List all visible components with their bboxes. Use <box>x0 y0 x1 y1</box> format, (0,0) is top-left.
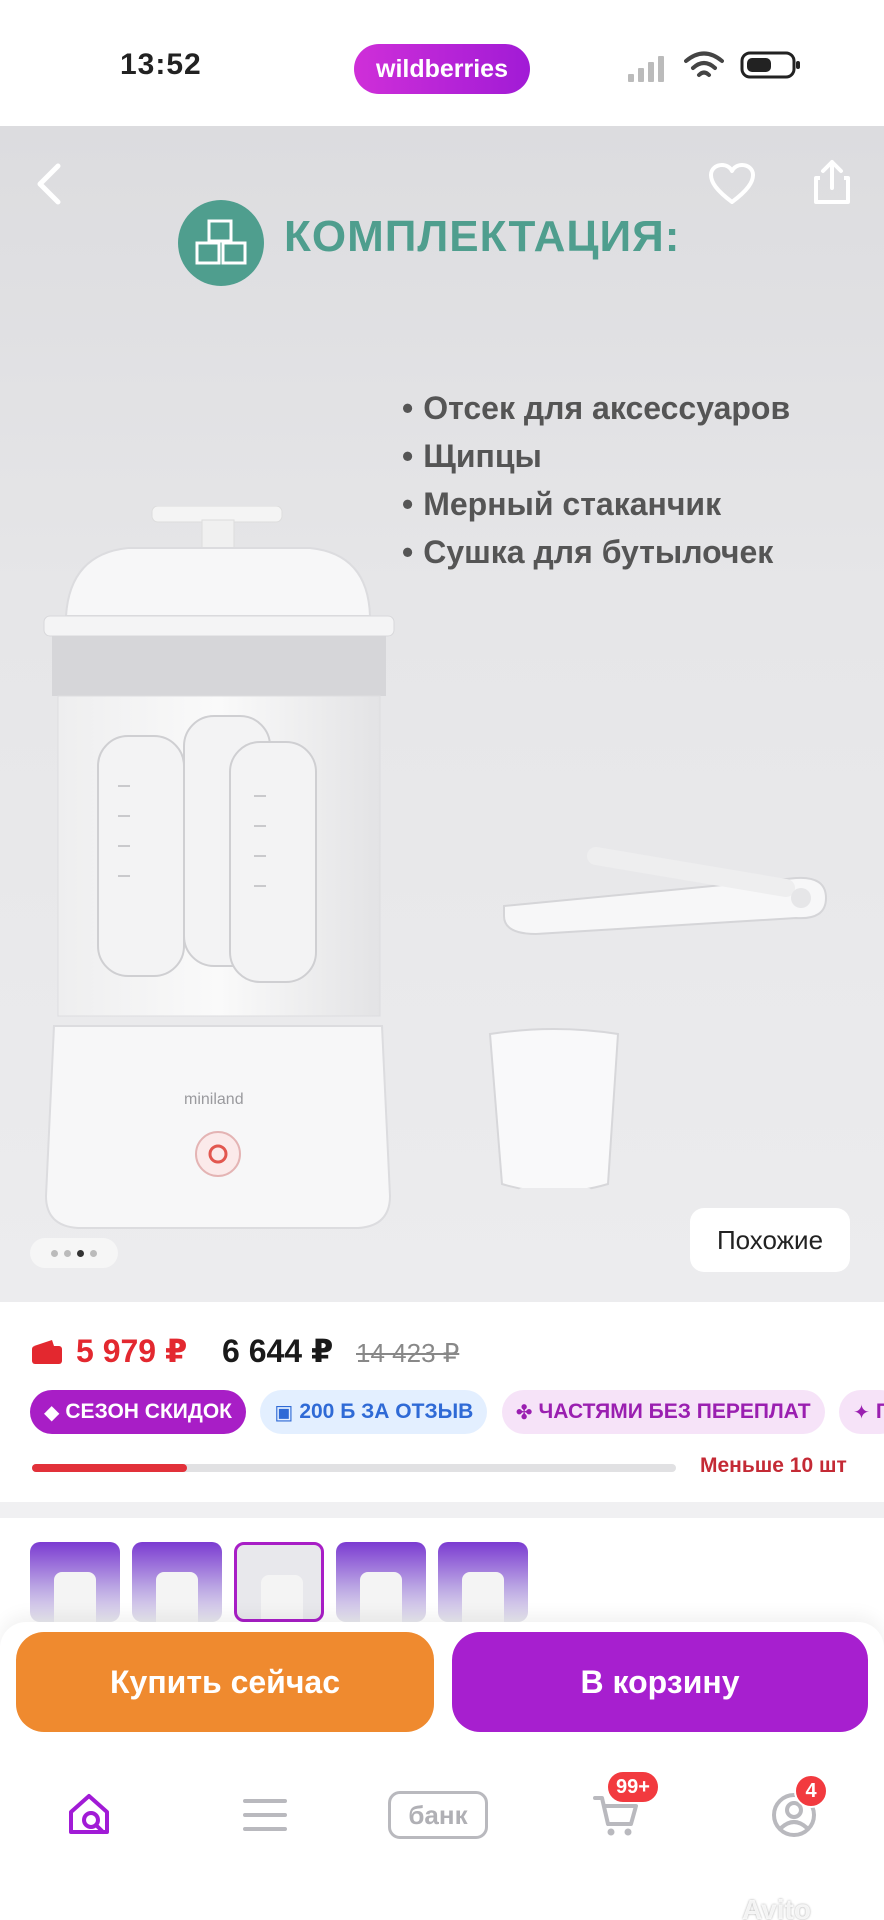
stock-label: Меньше 10 шт <box>700 1454 847 1477</box>
sterilizer-image: miniland <box>43 506 395 1229</box>
bottom-tab-bar: банк 99+ 4 <box>0 1770 884 1880</box>
avito-watermark: Avito <box>742 1894 811 1920</box>
equipment-heading: КОМПЛЕКТАЦИЯ: <box>284 212 681 261</box>
tab-cart[interactable]: 99+ <box>566 1770 666 1860</box>
wifi-icon <box>684 51 724 77</box>
installments-badge[interactable]: ✤ ЧАСТЯМИ БЕЗ ПЕРЕПЛАТ <box>501 1390 825 1434</box>
thumbnail[interactable] <box>336 1542 426 1622</box>
status-time: 13:52 <box>120 48 202 81</box>
profile-count-badge: 4 <box>794 1774 828 1808</box>
season-sale-badge[interactable]: ◆ СЕЗОН СКИДОК <box>30 1390 246 1434</box>
signal-icon <box>628 56 664 82</box>
section-divider <box>0 1502 884 1518</box>
buy-now-button[interactable]: Купить сейчас <box>16 1632 434 1732</box>
bank-label: банк <box>388 1791 488 1839</box>
feature-item: Мерный стаканчик <box>402 480 790 528</box>
runner-icon: ✦ <box>853 1401 870 1424</box>
carousel-dot-active <box>77 1249 84 1257</box>
feature-item: Отсек для аксессуаров <box>402 384 790 432</box>
status-bar: 13:52 wildberries <box>0 0 884 126</box>
menu-icon <box>243 1799 287 1831</box>
more-badge[interactable]: ✦ Г <box>839 1390 884 1434</box>
thumbnail[interactable] <box>30 1542 120 1622</box>
heart-icon <box>709 163 755 204</box>
price-card: 5 979 ₽ 6 644 ₽ 14 423 ₽ ◆ СЕЗОН СКИДОК … <box>0 1302 884 1502</box>
tab-bank[interactable]: банк <box>388 1770 488 1860</box>
wallet-icon <box>32 1340 62 1364</box>
review-points-badge[interactable]: ▣ 200 Б ЗА ОТЗЫВ <box>260 1390 488 1434</box>
favorite-button[interactable] <box>704 156 760 212</box>
badge-label: СЕЗОН СКИДОК <box>65 1400 232 1423</box>
tab-catalog[interactable] <box>215 1770 315 1860</box>
tongs-image <box>503 847 828 936</box>
tag-icon: ◆ <box>44 1401 60 1424</box>
badge-label: ЧАСТЯМИ БЕЗ ПЕРЕПЛАТ <box>538 1400 811 1423</box>
add-to-cart-button[interactable]: В корзину <box>452 1632 868 1732</box>
carousel-indicator <box>30 1238 118 1268</box>
feature-item: Щипцы <box>402 432 790 480</box>
search-home-icon <box>69 1794 109 1834</box>
back-arrow-icon <box>37 163 61 205</box>
chat-icon: ▣ <box>274 1401 294 1424</box>
similar-button[interactable]: Похожие <box>690 1208 850 1272</box>
feature-item: Сушка для бутылочек <box>402 528 790 576</box>
stock-progress-fill <box>32 1464 187 1472</box>
thumbnail-strip <box>30 1542 870 1622</box>
badge-label: 200 Б ЗА ОТЗЫВ <box>299 1400 474 1423</box>
cart-count-badge: 99+ <box>606 1770 660 1804</box>
cubes-icon <box>178 200 264 286</box>
old-price: 14 423 ₽ <box>356 1338 460 1368</box>
carousel-dot <box>64 1249 71 1257</box>
thumbnail-selected[interactable] <box>234 1542 324 1622</box>
badge-label: Г <box>875 1400 884 1423</box>
product-brand-label: miniland <box>184 1091 244 1108</box>
product-image-gallery[interactable]: КОМПЛЕКТАЦИЯ: Отсек для аксессуаров Щипц… <box>0 126 884 1302</box>
share-button[interactable] <box>804 154 860 210</box>
battery-icon <box>740 51 800 79</box>
tab-home[interactable] <box>40 1770 140 1860</box>
share-icon <box>814 160 850 204</box>
thumbnail[interactable] <box>438 1542 528 1622</box>
tab-profile[interactable]: 4 <box>744 1770 844 1860</box>
back-button[interactable] <box>22 156 78 212</box>
promo-badges: ◆ СЕЗОН СКИДОК ▣ 200 Б ЗА ОТЗЫВ ✤ ЧАСТЯМ… <box>30 1390 884 1436</box>
bottom-action-sheet: Купить сейчас В корзину банк 99+ 4 <box>0 1622 884 1920</box>
carousel-dot <box>51 1249 58 1257</box>
price: 6 644 ₽ <box>222 1333 334 1369</box>
feature-list: Отсек для аксессуаров Щипцы Мерный стака… <box>402 384 790 576</box>
wallet-price: 5 979 ₽ <box>76 1333 188 1369</box>
carousel-dot <box>90 1249 97 1257</box>
stock-progress <box>32 1464 676 1472</box>
thumbnail[interactable] <box>132 1542 222 1622</box>
brand-logo: wildberries <box>354 44 530 94</box>
measuring-cup-image <box>488 1028 620 1200</box>
flower-icon: ✤ <box>515 1401 533 1424</box>
